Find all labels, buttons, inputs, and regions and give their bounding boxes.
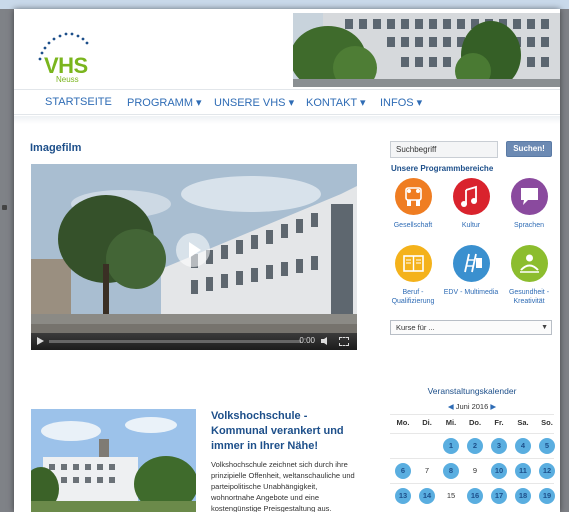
speech-bubble-icon	[510, 178, 548, 215]
page: VHS Neuss STARTSEITE PROGRAMM ▾ UNSERE V…	[14, 9, 560, 512]
calendar-day-event[interactable]: 16	[467, 488, 483, 504]
video-play-button[interactable]	[176, 233, 210, 267]
search-button[interactable]: Suchen!	[506, 141, 552, 157]
calendar-day-event[interactable]: 6	[395, 463, 411, 479]
program-gesellschaft[interactable]: Gesellschaft	[384, 178, 442, 230]
nav-item-programm[interactable]: PROGRAMM ▾	[127, 96, 202, 109]
calendar-row-divider	[390, 483, 554, 484]
arrow-right-icon[interactable]: ▶	[490, 402, 496, 411]
article-title[interactable]: Volkshochschule - Kommunal verankert und…	[211, 409, 361, 454]
calendar-day-event[interactable]: 2	[467, 438, 483, 454]
calendar-weekday: Di.	[422, 418, 432, 427]
program-label: Beruf - Qualifizierung	[391, 289, 435, 305]
section-title-imagefilm: Imagefilm	[30, 142, 82, 154]
music-note-icon	[452, 178, 490, 215]
calendar-month-nav: ◀ Juni 2016 ▶	[390, 402, 554, 411]
article-image[interactable]	[31, 409, 196, 512]
calendar-day-event[interactable]: 5	[539, 438, 555, 454]
browser-top-strip	[0, 0, 569, 9]
calendar-day-event[interactable]: 12	[539, 463, 555, 479]
program-label: Gesellschaft	[393, 222, 433, 229]
calendar-weekday: Fr.	[494, 418, 504, 427]
header-building-photo	[293, 13, 560, 87]
calendar-day: 7	[424, 466, 430, 475]
program-beruf-qualifizierung[interactable]: Beruf - Qualifizierung	[384, 245, 442, 306]
fullscreen-icon[interactable]	[339, 337, 349, 346]
calendar-weekday: Sa.	[517, 418, 529, 427]
play-icon[interactable]	[37, 337, 44, 345]
book-icon	[394, 245, 432, 282]
program-kultur[interactable]: Kultur	[442, 178, 500, 230]
nav-item-unsere-vhs[interactable]: UNSERE VHS ▾	[214, 96, 294, 109]
calendar-day: 9	[472, 466, 478, 475]
video-progress-bar[interactable]	[49, 340, 301, 343]
nav-item-startseite[interactable]: STARTSEITE	[45, 96, 112, 108]
program-label: EDV - Multimedia	[443, 289, 499, 296]
calendar-day-event[interactable]: 8	[443, 463, 459, 479]
logo-subtext: Neuss	[56, 75, 79, 84]
course-select[interactable]: Kurse für ... ▼	[390, 320, 552, 335]
nav-item-kontakt[interactable]: KONTAKT ▾	[306, 96, 366, 109]
calendar-day-event[interactable]: 11	[515, 463, 531, 479]
calendar-weekday: Mi.	[445, 418, 457, 427]
article-body: Volkshochschule zeichnet sich durch ihre…	[211, 460, 355, 512]
calendar-day-event[interactable]: 10	[491, 463, 507, 479]
calendar-row-divider	[390, 458, 554, 459]
nav-shadow	[14, 116, 560, 124]
nav-item-infos[interactable]: INFOS ▾	[380, 96, 422, 109]
program-label: Gesundheit - Kreativität	[508, 289, 550, 305]
window-edge-marker	[2, 205, 7, 210]
calendar-weekday: Do.	[468, 418, 482, 427]
calendar-day: 15	[446, 491, 456, 500]
ladder-icon	[452, 245, 490, 282]
calendar-divider	[390, 414, 554, 415]
program-label: Sprachen	[514, 222, 544, 229]
calendar-row-divider	[390, 433, 554, 434]
calendar-day-event[interactable]: 14	[419, 488, 435, 504]
search-input[interactable]	[390, 141, 498, 158]
calendar-weekday: So.	[541, 418, 553, 427]
calendar-day-event[interactable]: 4	[515, 438, 531, 454]
calendar-day-event[interactable]: 13	[395, 488, 411, 504]
program-label: Kultur	[461, 222, 481, 229]
video-controls: 0:00	[31, 333, 357, 350]
program-edv-multimedia[interactable]: EDV - Multimedia	[442, 245, 500, 297]
calendar-title: Veranstaltungskalender	[427, 386, 517, 396]
health-icon	[510, 245, 548, 282]
calendar-day-event[interactable]: 18	[515, 488, 531, 504]
calendar-month: Juni 2016	[455, 402, 489, 411]
calendar-day-event[interactable]: 19	[539, 488, 555, 504]
arrow-left-icon[interactable]: ◀	[448, 402, 454, 411]
people-icon	[394, 178, 432, 215]
calendar-weekday: Mo.	[396, 418, 410, 427]
calendar-day-event[interactable]: 1	[443, 438, 459, 454]
video-player[interactable]: 0:00	[31, 164, 357, 350]
program-sprachen[interactable]: Sprachen	[500, 178, 558, 230]
calendar-day-event[interactable]: 3	[491, 438, 507, 454]
calendar-day-event[interactable]: 17	[491, 488, 507, 504]
video-time: 0:00	[299, 336, 315, 345]
chevron-down-icon: ▼	[541, 324, 548, 331]
volume-icon[interactable]	[321, 337, 331, 345]
program-gesundheit-kreativitaet[interactable]: Gesundheit - Kreativität	[500, 245, 558, 306]
vhs-logo[interactable]: VHS Neuss	[30, 27, 100, 87]
course-select-value: Kurse für ...	[396, 323, 435, 332]
main-navigation: STARTSEITE PROGRAMM ▾ UNSERE VHS ▾ KONTA…	[14, 89, 560, 115]
program-areas-title: Unsere Programmbereiche	[391, 164, 494, 173]
